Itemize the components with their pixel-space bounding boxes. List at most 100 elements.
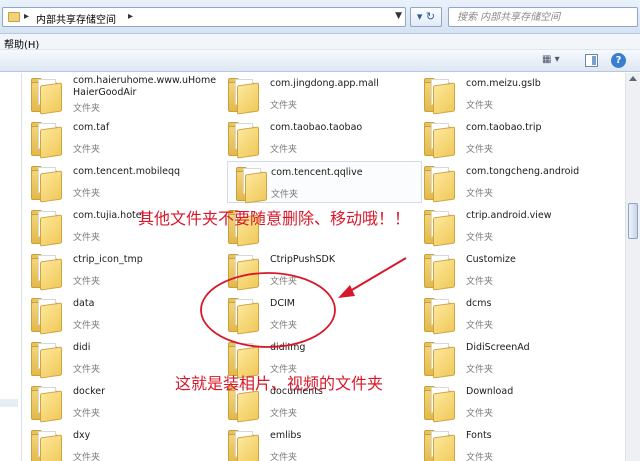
folder-type: 文件夹 (73, 321, 101, 331)
folder-item-hovered[interactable]: com.tencent.qqlive 文件夹 (227, 161, 422, 204)
folder-icon (31, 340, 63, 379)
folder-item[interactable]: Fonts 文件夹 (416, 425, 611, 461)
folder-name: com.tencent.qqlive (271, 167, 363, 178)
annotation-warning: 其他文件夹不要随意删除、移动哦！！ (138, 209, 411, 228)
folder-type: 文件夹 (270, 321, 298, 331)
folder-type: 文件夹 (270, 409, 298, 419)
change-view-button[interactable]: ▦ ▾ (542, 54, 572, 68)
folder-item[interactable]: dcms 文件夹 (416, 293, 611, 335)
navigation-pane[interactable] (0, 73, 22, 461)
help-icon[interactable]: ? (611, 53, 626, 68)
folder-item-dcim[interactable]: DCIM 文件夹 (220, 293, 415, 335)
folder-type: 文件夹 (270, 453, 298, 461)
folder-item[interactable]: dxy 文件夹 (23, 425, 218, 461)
folder-type: 文件夹 (466, 189, 494, 199)
folder-type: 文件夹 (270, 277, 298, 287)
chevron-right-icon[interactable]: ▸ (24, 11, 29, 22)
folder-icon (31, 208, 63, 247)
folder-icon (424, 428, 456, 461)
chevron-down-icon[interactable]: ▼ (395, 11, 402, 21)
folder-type: 文件夹 (73, 233, 101, 243)
folder-icon (424, 164, 456, 203)
folder-icon (424, 208, 456, 247)
folder-icon (424, 120, 456, 159)
folder-type: 文件夹 (73, 145, 101, 155)
folder-name: com.taf (73, 122, 110, 133)
folder-name: Download (466, 386, 514, 397)
folder-icon (31, 76, 63, 115)
breadcrumb[interactable]: 内部共享存储空间 (36, 11, 116, 26)
folder-type: 文件夹 (466, 453, 494, 461)
folder-icon (31, 120, 63, 159)
address-bar: ▸ 内部共享存储空间 ▸ ▼ ▾ ↻ (0, 0, 640, 34)
folder-icon (236, 165, 268, 204)
file-list: com.haieruhome.www.uHomeHaierGoodAir 文件夹… (23, 73, 625, 461)
folder-icon (8, 12, 20, 22)
folder-item[interactable]: ctrip_icon_tmp 文件夹 (23, 249, 218, 291)
folder-name: com.jingdong.app.mall (270, 78, 379, 89)
folder-type: 文件夹 (73, 453, 101, 461)
folder-icon (31, 296, 63, 335)
folder-icon (424, 296, 456, 335)
folder-item[interactable]: com.taobao.trip 文件夹 (416, 117, 611, 159)
folder-type: 文件夹 (466, 277, 494, 287)
folder-item[interactable]: Download 文件夹 (416, 381, 611, 423)
folder-name: data (73, 298, 95, 309)
menu-bar: 帮助(H) (0, 34, 640, 51)
search-input[interactable] (457, 10, 627, 25)
preview-pane-icon[interactable] (585, 54, 598, 67)
folder-type: 文件夹 (271, 190, 299, 200)
folder-icon (228, 76, 260, 115)
folder-item[interactable]: DidiScreenAd 文件夹 (416, 337, 611, 379)
folder-item[interactable]: emlibs 文件夹 (220, 425, 415, 461)
folder-type: 文件夹 (270, 145, 298, 155)
folder-icon (31, 164, 63, 203)
folder-icon (228, 252, 260, 291)
folder-name: ctrip.android.view (466, 210, 552, 221)
refresh-button[interactable]: ▾ ↻ (410, 7, 442, 27)
search-box[interactable] (448, 7, 638, 27)
folder-icon (228, 120, 260, 159)
folder-type: 文件夹 (466, 365, 494, 375)
folder-item[interactable]: CtripPushSDK 文件夹 (220, 249, 415, 291)
folder-type: 文件夹 (466, 233, 494, 243)
chevron-right-icon[interactable]: ▸ (128, 11, 133, 22)
folder-type: 文件夹 (73, 365, 101, 375)
folder-item[interactable]: Customize 文件夹 (416, 249, 611, 291)
folder-item[interactable]: com.taobao.taobao 文件夹 (220, 117, 415, 159)
folder-item[interactable]: com.tencent.mobileqq 文件夹 (23, 161, 218, 203)
folder-icon (228, 428, 260, 461)
folder-name: com.taobao.trip (466, 122, 542, 133)
folder-item[interactable]: com.tongcheng.android 文件夹 (416, 161, 611, 203)
folder-icon (424, 384, 456, 423)
folder-name: CtripPushSDK (270, 254, 336, 265)
folder-name: DidiScreenAd (466, 342, 530, 353)
folder-name: ctrip_icon_tmp (73, 254, 143, 265)
vertical-scrollbar[interactable] (625, 73, 640, 461)
folder-name: com.tongcheng.android (466, 166, 580, 177)
folder-item[interactable]: data 文件夹 (23, 293, 218, 335)
folder-type: 文件夹 (73, 189, 101, 199)
scroll-up-icon[interactable] (629, 76, 637, 81)
folder-icon (424, 340, 456, 379)
folder-name: dxy (73, 430, 91, 441)
folder-type: 文件夹 (466, 101, 494, 111)
folder-type: 文件夹 (466, 409, 494, 419)
menu-help[interactable]: 帮助(H) (4, 36, 39, 51)
folder-name: dcms (466, 298, 492, 309)
folder-item[interactable]: com.jingdong.app.mall 文件夹 (220, 73, 415, 115)
address-box[interactable]: ▸ 内部共享存储空间 ▸ ▼ (2, 7, 406, 27)
scroll-thumb[interactable] (628, 203, 638, 239)
folder-icon (228, 296, 260, 335)
folder-type: 文件夹 (73, 104, 101, 114)
folder-name: com.meizu.gslb (466, 78, 541, 89)
folder-icon (31, 384, 63, 423)
folder-name: Fonts (466, 430, 492, 441)
folder-item[interactable]: com.haieruhome.www.uHomeHaierGoodAir 文件夹 (23, 73, 218, 115)
folder-icon (424, 76, 456, 115)
folder-icon (31, 428, 63, 461)
folder-item[interactable]: com.meizu.gslb 文件夹 (416, 73, 611, 115)
folder-item[interactable]: com.taf 文件夹 (23, 117, 218, 159)
folder-item[interactable]: ctrip.android.view 文件夹 (416, 205, 611, 247)
nav-selected-strip (0, 399, 18, 407)
